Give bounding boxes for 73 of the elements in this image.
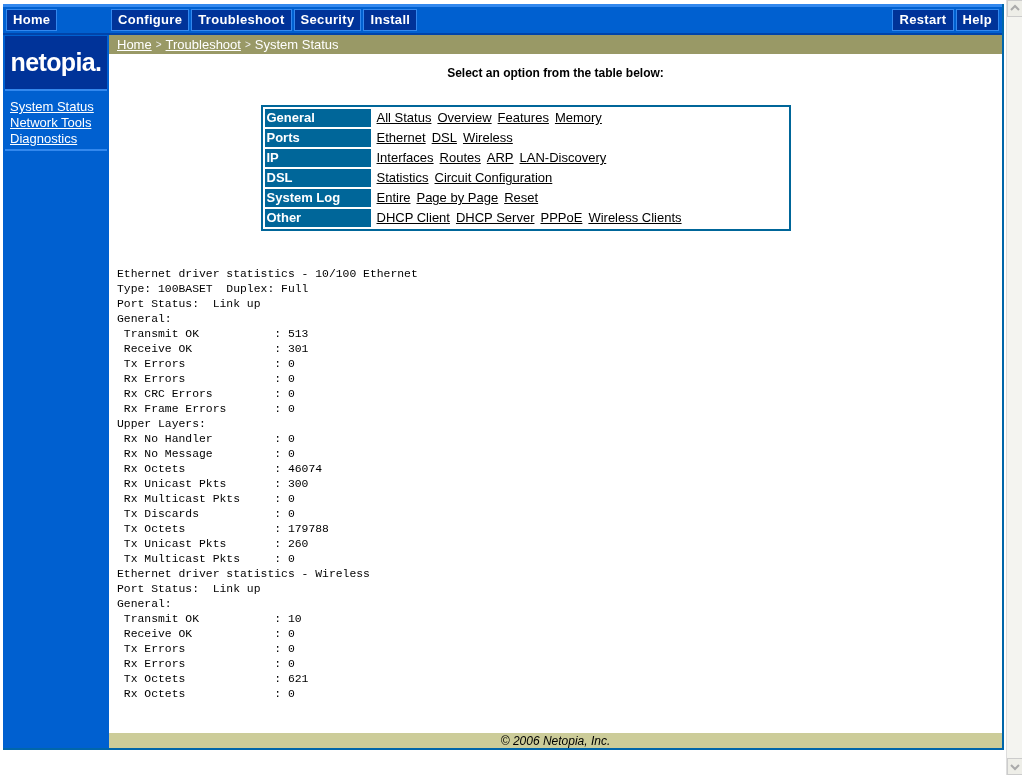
output-line: Rx Errors : 0 xyxy=(122,657,295,672)
output-line: Receive OK : 301 xyxy=(122,342,309,357)
option-link[interactable]: Page by Page xyxy=(416,188,499,208)
category-cell: Ports xyxy=(264,129,371,147)
output-line: Rx Multicast Pkts : 0 xyxy=(122,492,295,507)
option-link[interactable]: Routes xyxy=(439,148,481,168)
option-link[interactable]: Reset xyxy=(504,188,539,208)
option-link[interactable]: ARP xyxy=(486,148,514,168)
output-line: Tx Multicast Pkts : 0 xyxy=(122,552,295,567)
nav-button[interactable]: Troubleshoot xyxy=(191,9,292,31)
option-link[interactable]: PPPoE xyxy=(540,208,583,228)
option-link[interactable]: All Status xyxy=(376,108,432,128)
nav-button[interactable]: Install xyxy=(363,9,418,31)
scroll-up-icon[interactable] xyxy=(1007,0,1022,17)
option-link[interactable]: DSL xyxy=(431,128,457,148)
output-line: Tx Errors : 0 xyxy=(122,357,295,372)
option-link[interactable]: Interfaces xyxy=(376,148,434,168)
option-link[interactable]: Statistics xyxy=(376,168,429,188)
output-line: Type: 100BASET Duplex: Full xyxy=(117,282,309,297)
category-cell: General xyxy=(264,109,371,127)
prompt-text: Select an option from the table below: xyxy=(447,65,664,82)
option-link[interactable]: Entire xyxy=(376,188,411,208)
copyright-text: © 2006 Netopia, Inc. xyxy=(500,732,611,750)
sidebar-link[interactable]: Diagnostics xyxy=(10,131,78,147)
output-line: Tx Octets : 621 xyxy=(122,672,309,687)
nav-button[interactable]: Home xyxy=(6,9,58,31)
output-line: Tx Octets : 179788 xyxy=(122,522,329,537)
output-line: Tx Errors : 0 xyxy=(122,642,295,657)
output-line: Tx Discards : 0 xyxy=(122,507,295,522)
output-line: Rx Octets : 46074 xyxy=(122,462,323,477)
scroll-down-icon[interactable] xyxy=(1007,758,1022,775)
nav-button[interactable]: Help xyxy=(955,9,999,31)
nav-button[interactable]: Security xyxy=(293,9,362,31)
output-line: Rx Octets : 0 xyxy=(122,687,295,702)
category-cell: DSL xyxy=(264,169,371,187)
output-line: Port Status: Link up xyxy=(117,297,261,312)
output-line: Upper Layers: xyxy=(117,417,206,432)
output-line: Rx Frame Errors : 0 xyxy=(122,402,295,417)
output-line: Rx CRC Errors : 0 xyxy=(122,387,295,402)
option-link[interactable]: LAN-Discovery xyxy=(519,148,607,168)
output-line: Rx No Message : 0 xyxy=(122,447,295,462)
output-line: Transmit OK : 10 xyxy=(122,612,302,627)
output-line: Port Status: Link up xyxy=(117,582,261,597)
option-link[interactable]: Ethernet xyxy=(376,128,426,148)
option-link[interactable]: Features xyxy=(497,108,549,128)
option-link[interactable]: DHCP Client xyxy=(376,208,450,228)
logo: netopia. xyxy=(10,46,102,78)
category-cell: IP xyxy=(264,149,371,167)
output-line: General: xyxy=(117,597,172,612)
option-link[interactable]: Circuit Configuration xyxy=(434,168,553,188)
option-link[interactable]: Overview xyxy=(437,108,492,128)
output-line: Rx No Handler : 0 xyxy=(122,432,295,447)
option-link[interactable]: Wireless Clients xyxy=(588,208,682,228)
output-line: Receive OK : 0 xyxy=(122,627,295,642)
breadcrumb-current: System Status xyxy=(254,35,339,54)
output-line: Rx Unicast Pkts : 300 xyxy=(122,477,309,492)
output-line: Ethernet driver statistics - Wireless xyxy=(117,567,370,582)
option-link[interactable]: Wireless xyxy=(462,128,513,148)
sidebar-link[interactable]: System Status xyxy=(10,99,94,115)
category-cell: System Log xyxy=(264,189,371,207)
sidebar-link[interactable]: Network Tools xyxy=(10,115,92,131)
option-link[interactable]: Memory xyxy=(554,108,602,128)
breadcrumb-separator: > xyxy=(244,38,251,52)
output-line: Tx Unicast Pkts : 260 xyxy=(122,537,309,552)
nav-button[interactable]: Configure xyxy=(111,9,190,31)
option-link[interactable]: DHCP Server xyxy=(455,208,535,228)
nav-button[interactable]: Restart xyxy=(892,9,954,31)
output-line: Rx Errors : 0 xyxy=(122,372,295,387)
output-line: Transmit OK : 513 xyxy=(122,327,309,342)
output-line: Ethernet driver statistics - 10/100 Ethernet xyxy=(117,267,418,282)
output-line: General: xyxy=(117,312,172,327)
breadcrumb-separator: > xyxy=(155,38,162,52)
category-cell: Other xyxy=(264,209,371,227)
